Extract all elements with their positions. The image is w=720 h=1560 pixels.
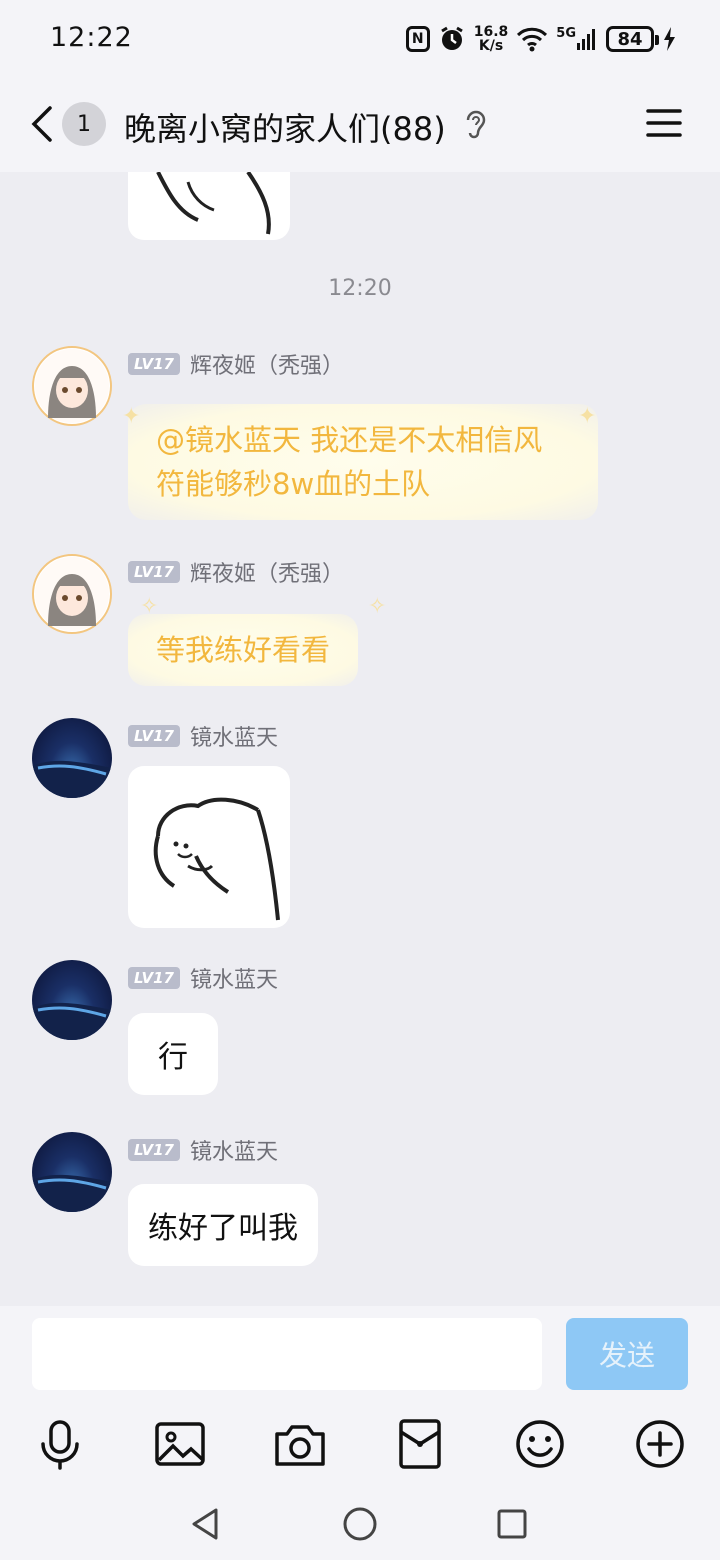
nav-home-icon[interactable] bbox=[340, 1504, 380, 1544]
message-input[interactable] bbox=[32, 1318, 542, 1390]
sparkle-decoration: ✦ bbox=[122, 404, 141, 429]
level-badge: LV17 bbox=[128, 353, 180, 375]
red-packet-icon[interactable] bbox=[392, 1416, 448, 1472]
status-icons: N 16.8 K/s 5G 84 bbox=[405, 22, 676, 56]
menu-icon[interactable] bbox=[646, 106, 682, 140]
avatar[interactable] bbox=[32, 718, 112, 798]
nav-recents-icon[interactable] bbox=[492, 1504, 532, 1544]
level-badge: LV17 bbox=[128, 1139, 180, 1161]
message-text: 等我练好看看 bbox=[156, 633, 331, 667]
sender-name[interactable]: 辉夜姬（秃强） bbox=[190, 348, 344, 380]
nfc-icon: N bbox=[405, 26, 430, 52]
message-bubble[interactable]: 行 bbox=[128, 1013, 218, 1095]
sparkle-decoration: ✦ bbox=[578, 404, 597, 429]
top-bar: 12:22 N 16.8 K/s 5G 84 1 晚离小窝的家人们(88) bbox=[0, 0, 720, 172]
status-time: 12:22 bbox=[50, 22, 133, 53]
alarm-icon bbox=[438, 25, 466, 53]
sender-name[interactable]: 镜水蓝天 bbox=[190, 962, 278, 994]
level-badge: LV17 bbox=[128, 725, 180, 747]
sender-name[interactable]: 辉夜姬（秃强） bbox=[190, 556, 344, 588]
sender-info: LV17 镜水蓝天 bbox=[128, 962, 278, 994]
level-badge: LV17 bbox=[128, 561, 180, 583]
sender-info: LV17 辉夜姬（秃强） bbox=[128, 556, 344, 588]
unread-badge[interactable]: 1 bbox=[62, 102, 106, 146]
level-badge: LV17 bbox=[128, 967, 180, 989]
signal-icon: 5G bbox=[556, 26, 598, 51]
wifi-icon bbox=[516, 26, 548, 52]
message-bubble[interactable]: 练好了叫我 bbox=[128, 1184, 318, 1266]
back-icon[interactable] bbox=[28, 104, 58, 144]
emoji-icon[interactable] bbox=[512, 1416, 568, 1472]
battery-icon: 84 bbox=[606, 26, 659, 52]
sender-name[interactable]: 镜水蓝天 bbox=[190, 720, 278, 752]
sticker-image[interactable] bbox=[128, 766, 290, 928]
send-button[interactable]: 发送 bbox=[566, 1318, 688, 1390]
sender-name[interactable]: 镜水蓝天 bbox=[190, 1134, 278, 1166]
camera-icon[interactable] bbox=[272, 1416, 328, 1472]
avatar[interactable] bbox=[32, 554, 112, 634]
image-icon[interactable] bbox=[152, 1416, 208, 1472]
message-text: 练好了叫我 bbox=[148, 1211, 298, 1246]
charging-icon bbox=[662, 26, 676, 52]
time-divider: 12:20 bbox=[328, 276, 392, 301]
system-navbar bbox=[0, 1486, 720, 1560]
nav-back-icon[interactable] bbox=[186, 1504, 226, 1544]
microphone-icon[interactable] bbox=[32, 1416, 88, 1472]
sticker-image[interactable] bbox=[128, 172, 290, 240]
message-bubble[interactable]: @镜水蓝天 我还是不太相信风符能够秒8w血的土队 bbox=[128, 404, 598, 520]
sender-info: LV17 镜水蓝天 bbox=[128, 1134, 278, 1166]
chat-header: 1 晚离小窝的家人们(88) bbox=[0, 90, 720, 160]
message-text: 行 bbox=[158, 1040, 188, 1075]
avatar[interactable] bbox=[32, 1132, 112, 1212]
plus-icon[interactable] bbox=[632, 1416, 688, 1472]
network-speed: 16.8 K/s bbox=[473, 24, 509, 54]
sender-info: LV17 辉夜姬（秃强） bbox=[128, 348, 344, 380]
avatar[interactable] bbox=[32, 960, 112, 1040]
sparkle-decoration: ✧ bbox=[368, 594, 387, 619]
chat-title[interactable]: 晚离小窝的家人们(88) bbox=[124, 104, 446, 150]
ear-mode-icon[interactable] bbox=[462, 108, 488, 142]
message-text: @镜水蓝天 我还是不太相信风符能够秒8w血的土队 bbox=[156, 423, 543, 501]
sparkle-decoration: ✧ bbox=[140, 594, 159, 619]
sender-info: LV17 镜水蓝天 bbox=[128, 720, 278, 752]
message-bubble[interactable]: 等我练好看看 bbox=[128, 614, 359, 686]
avatar[interactable] bbox=[32, 346, 112, 426]
